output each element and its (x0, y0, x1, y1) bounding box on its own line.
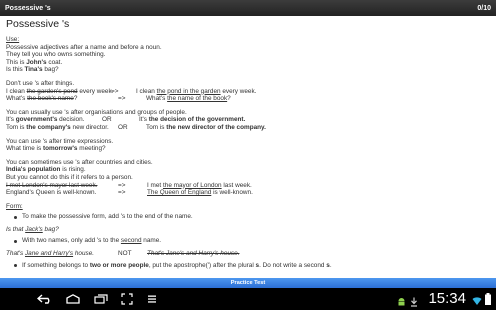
download-icon (410, 294, 418, 310)
title-bar: Possessive 's 0/10 (0, 0, 496, 16)
menu-icon[interactable] (146, 293, 158, 305)
form-rule-2: With two names, only add 's to the secon… (6, 237, 490, 245)
back-icon[interactable] (36, 293, 54, 305)
form-rule-1: To make the possessive form, add 's to t… (6, 213, 490, 221)
organisation-rule: You can usually use 's after organisatio… (6, 108, 187, 116)
form-example-2: That's Jane and Harry's house. NOT That'… (6, 250, 240, 258)
things-example-1: I clean the garden's pond every week. =>… (6, 87, 257, 95)
country-example-2: I met London's mayor last week. => I met… (6, 181, 252, 189)
wifi-icon (472, 293, 482, 310)
screenshot-icon[interactable] (120, 293, 134, 305)
country-note: But you cannot do this if it refers to a… (6, 173, 133, 181)
example-line-1: This is John's coat. (6, 58, 63, 66)
battery-icon (485, 292, 491, 310)
form-label: Form: (6, 202, 23, 210)
things-rule: Don't use 's after things. (6, 79, 75, 87)
status-clock: 15:34 (428, 290, 466, 307)
progress-counter: 0/10 (477, 4, 491, 12)
form-example-1: Is that Jack's bag? (6, 225, 59, 233)
intro-line-1: Possessive adjectives after a name and b… (6, 43, 162, 51)
country-rule: You can sometimes use 's after countries… (6, 158, 153, 166)
use-label: Use: (6, 36, 20, 43)
home-icon[interactable] (64, 293, 82, 305)
practice-test-button[interactable]: Practice Test (0, 278, 496, 288)
android-icon (397, 294, 406, 310)
page-title: Possessive 's (5, 4, 51, 12)
time-example: What time is tomorrow's meeting? (6, 145, 106, 153)
things-example-2: What's the book's name? => What's the na… (6, 95, 231, 103)
country-example-3: England's Queen is well-known. => The Qu… (6, 189, 253, 197)
organisation-example-1: It's government's decision. OR It's the … (6, 116, 246, 124)
recent-apps-icon[interactable] (93, 293, 109, 305)
example-line-2: Is this Tina's bag? (6, 66, 59, 74)
system-nav-bar: 15:34 (0, 288, 496, 310)
country-example-1: India's population is rising. (6, 166, 86, 174)
intro-line-2: They tell you who owns something. (6, 51, 106, 59)
time-rule: You can use 's after time expressions. (6, 137, 114, 145)
lesson-heading: Possessive 's (6, 18, 70, 30)
organisation-example-2: Tom is the company's new director. OR To… (6, 123, 266, 131)
lesson-content: Possessive 's Use: Possessive adjectives… (0, 16, 496, 278)
form-rule-3: If something belongs to two or more peop… (6, 262, 490, 270)
